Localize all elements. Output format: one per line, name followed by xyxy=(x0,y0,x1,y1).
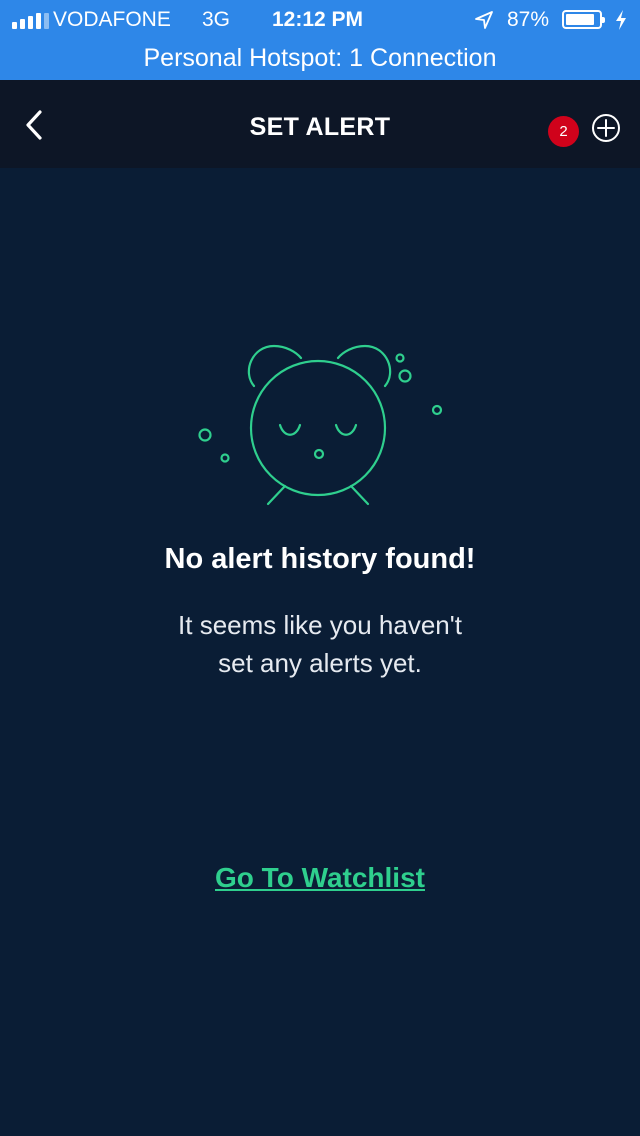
network-type: 3G xyxy=(202,8,231,31)
empty-state-description: It seems like you haven't set any alerts… xyxy=(120,606,520,682)
page-title: SET ALERT xyxy=(249,113,391,141)
hotspot-banner[interactable]: Personal Hotspot: 1 Connection xyxy=(0,44,640,73)
go-to-watchlist-link[interactable]: Go To Watchlist xyxy=(215,862,425,893)
battery-percent: 87% xyxy=(507,8,550,31)
charging-bolt-icon xyxy=(616,10,626,30)
cta-container: Go To Watchlist xyxy=(0,862,640,894)
plus-circle-icon[interactable] xyxy=(590,112,622,144)
empty-state-line-1: It seems like you haven't xyxy=(178,610,462,640)
empty-state-line-2: set any alerts yet. xyxy=(218,648,422,678)
battery-icon xyxy=(562,10,605,29)
signal-icon xyxy=(12,13,49,29)
empty-state-title: No alert history found! xyxy=(164,543,476,575)
nav-bar: SET ALERT 2 xyxy=(0,80,640,168)
notification-badge[interactable]: 2 xyxy=(548,116,579,147)
carrier-name: VODAFONE xyxy=(53,8,171,31)
status-bar: VODAFONE 3G 12:12 PM 87% Personal Hotspo… xyxy=(0,0,640,80)
location-arrow-icon xyxy=(475,11,493,29)
status-time: 12:12 PM xyxy=(272,8,364,31)
sleeping-alarm-clock-icon xyxy=(198,344,443,506)
